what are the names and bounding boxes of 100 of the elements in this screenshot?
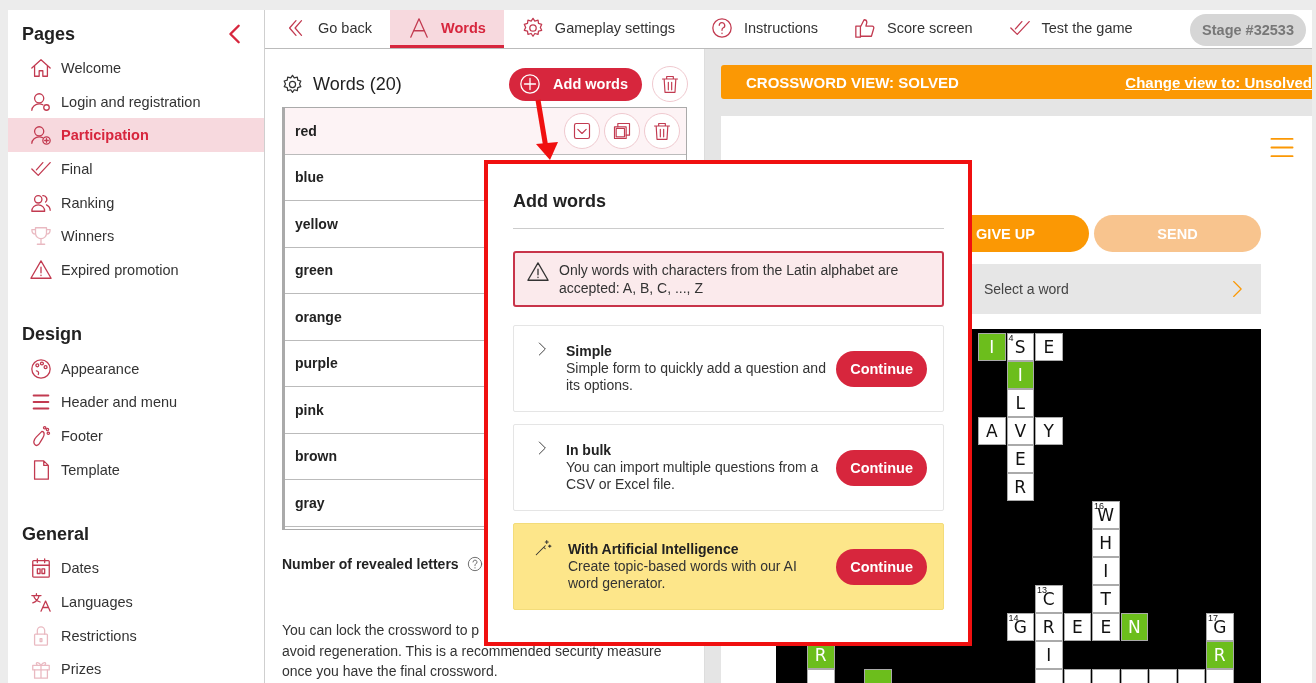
word-text: pink [295, 401, 324, 418]
word-text: gray [295, 494, 325, 511]
delete-button[interactable] [644, 112, 680, 149]
sidebar-item[interactable]: Welcome [8, 51, 264, 85]
sidebar-item[interactable]: Header and menu [8, 385, 264, 420]
continue-button[interactable]: Continue [836, 449, 927, 486]
crossword-cell[interactable]: E [1092, 613, 1120, 641]
section-heading: Design [22, 324, 82, 346]
collapse-button[interactable] [564, 112, 600, 149]
dialog-title: Add words [513, 190, 944, 229]
option-description: Simple form to quickly add a question and its options. [566, 360, 826, 394]
nav-tab[interactable]: Gameplay settings [503, 10, 693, 48]
nav-tab[interactable]: Go back [267, 10, 390, 48]
crossword-cell[interactable]: 16W [1092, 501, 1120, 529]
nav-tab[interactable]: Words [390, 10, 504, 48]
cell-letter: T [1100, 589, 1111, 609]
cell-letter: E [1043, 337, 1055, 357]
duplicate-button[interactable] [604, 112, 640, 149]
option-description: You can import multiple questions from a CSV or Excel file. [566, 459, 820, 493]
crossword-cell[interactable]: T [1092, 585, 1120, 613]
word-text: purple [295, 355, 338, 372]
cell-letter: I [1103, 561, 1109, 581]
sidebar-item[interactable]: Appearance [8, 351, 264, 386]
field-label: Number of revealed letters [282, 556, 459, 572]
cell-letter: L [1015, 393, 1025, 413]
sidebar-item[interactable]: Ranking [8, 185, 264, 220]
word-text: green [295, 262, 334, 279]
sidebar-item[interactable]: Expired promotion [8, 253, 264, 287]
continue-button[interactable]: Continue [836, 350, 927, 387]
copy-icon [612, 120, 632, 141]
sidebar-item[interactable]: Login and registration [8, 84, 264, 119]
view-status: CROSSWORD VIEW: SOLVED [746, 73, 959, 91]
crossword-cell[interactable]: I [1092, 557, 1120, 585]
sidebar-item[interactable]: Final [8, 152, 264, 186]
cell-letter: V [1014, 421, 1027, 441]
warning-icon [527, 261, 549, 283]
crossword-cell[interactable]: R [1035, 613, 1063, 641]
word-text: red [295, 122, 317, 139]
help-text-line: once you have the final crossword. [282, 662, 499, 681]
nav-tab[interactable]: Instructions [692, 10, 837, 48]
section-heading: Pages [22, 23, 76, 45]
cell-letter: R [1014, 477, 1027, 497]
trash-icon [652, 120, 672, 141]
cell-letter: R [814, 645, 827, 665]
stage-badge: Stage #32533 [1190, 14, 1306, 46]
crossword-cell[interactable]: V [1006, 417, 1034, 445]
sidebar-item[interactable]: Template [8, 452, 264, 487]
trash-icon [660, 74, 680, 94]
panel-title: Words (20) [313, 73, 402, 95]
sidebar-item[interactable]: Dates [8, 551, 264, 586]
sidebar-item[interactable]: Footer [8, 419, 264, 453]
word-text: yellow [295, 215, 338, 232]
cell-letter: S [1014, 337, 1026, 357]
magic-wand-icon [534, 539, 552, 557]
chevron-box-icon [572, 120, 592, 141]
continue-button[interactable]: Continue [836, 548, 927, 585]
cell-letter: H [1099, 533, 1113, 553]
word-text: orange [295, 308, 342, 325]
cell-letter: R [1213, 645, 1226, 665]
option-description: Create topic-based words with our AI word generator. [568, 558, 798, 592]
crossword-cell[interactable]: I [1035, 641, 1063, 669]
letter-a-icon [408, 16, 430, 39]
cell-letter: E [1100, 617, 1112, 637]
option-title: With Artificial Intelligence [568, 541, 740, 558]
crossword-cell[interactable]: A [978, 417, 1006, 445]
word-row[interactable]: red [285, 108, 686, 155]
crossword-cell[interactable]: E [1035, 333, 1063, 361]
cell-letter: A [985, 421, 998, 441]
cell-letter: I [989, 337, 995, 357]
plus-circle-icon [519, 73, 542, 95]
gear-icon [521, 16, 544, 39]
help-icon [710, 16, 733, 39]
gear-icon [282, 73, 303, 95]
word-text: brown [295, 448, 337, 465]
word-text: blue [295, 169, 324, 186]
crossword-cell[interactable]: E [1063, 613, 1091, 641]
section-heading: General [22, 524, 90, 546]
nav-tab[interactable]: Score screen [836, 10, 991, 48]
crossword-cell[interactable]: R [1006, 473, 1034, 501]
cell-letter: N [1127, 617, 1141, 637]
cell-letter: E [1071, 617, 1083, 637]
crossword-cell[interactable]: H [1092, 529, 1120, 557]
cell-letter: I [1017, 365, 1023, 385]
cell-letter: R [1042, 617, 1055, 637]
crossword-cell[interactable]: E [1006, 445, 1034, 473]
clue-number: 4 [1008, 333, 1014, 343]
cell-letter: Y [1043, 421, 1054, 441]
help-text-line: You can lock the crossword to p [282, 621, 481, 640]
cell-letter: E [1014, 449, 1026, 469]
crossword-cell[interactable]: Y [1035, 417, 1063, 445]
delete-button[interactable] [652, 66, 688, 102]
clue-text: Select a word [984, 281, 1069, 297]
thumbs-up-icon [854, 16, 877, 39]
sidebar-item[interactable]: Participation [8, 118, 264, 153]
add-words-button[interactable]: Add words [509, 67, 642, 101]
sidebar-item[interactable]: Languages [8, 585, 264, 619]
crossword-cell[interactable]: L [1006, 389, 1034, 417]
nav-tab[interactable]: Test the game [990, 10, 1151, 48]
option-title: Simple [566, 343, 613, 360]
cell-letter: I [1046, 645, 1052, 665]
